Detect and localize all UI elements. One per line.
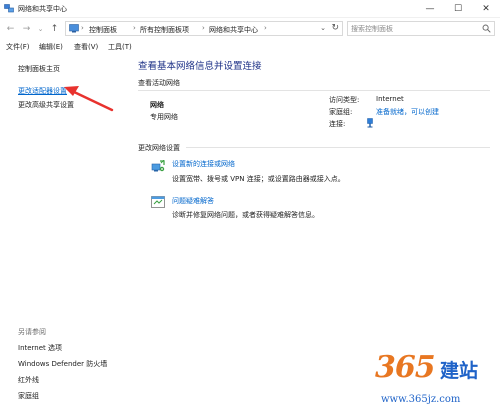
homegroup-label: 家庭组: [329, 108, 353, 116]
watermark-url: www.365jz.com [381, 394, 461, 405]
sidebar-adapter-settings-link[interactable]: 更改适配器设置 [18, 86, 67, 96]
sidebar-home-link[interactable]: 控制面板主页 [18, 64, 60, 74]
window-title: 网络和共享中心 [18, 5, 67, 13]
sidebar-advanced-sharing-link[interactable]: 更改高级共享设置 [18, 100, 74, 110]
see-also-internet-options[interactable]: Internet 选项 [18, 343, 62, 353]
troubleshoot-link[interactable]: 问题疑难解答 [172, 196, 214, 206]
change-settings-heading: 更改网络设置 [138, 144, 180, 152]
up-button[interactable]: ↑ [48, 22, 61, 35]
divider [186, 147, 490, 148]
active-networks-heading: 查看活动网络 [138, 79, 180, 87]
see-also-firewall[interactable]: Windows Defender 防火墙 [18, 359, 107, 369]
menu-bar: 文件(F) 编辑(E) 查看(V) 工具(T) [0, 40, 500, 54]
breadcrumb-separator: › [133, 24, 136, 32]
search-box[interactable] [347, 21, 495, 36]
breadcrumb-network-center[interactable]: 网络和共享中心 [209, 25, 258, 35]
control-panel-icon [69, 24, 79, 33]
minimize-button[interactable]: — [416, 0, 444, 18]
search-icon[interactable] [482, 24, 491, 33]
setup-new-connection-link[interactable]: 设置新的连接或网络 [172, 159, 235, 169]
new-connection-icon [151, 160, 165, 172]
divider [138, 90, 490, 91]
see-also-heading: 另请参阅 [18, 328, 46, 336]
homegroup-link[interactable]: 准备就绪，可以创建 [376, 107, 439, 117]
see-also-homegroup[interactable]: 家庭组 [18, 391, 39, 401]
address-row: ← → ⌄ ↑ › 控制面板 › 所有控制面板项 › 网络和共享中心 › ⌄ ↻ [0, 18, 500, 40]
troubleshoot-icon [151, 196, 165, 208]
access-type-label: 访问类型: [329, 96, 360, 104]
address-dropdown-button[interactable]: ⌄ [320, 24, 326, 32]
breadcrumb-all-items[interactable]: 所有控制面板项 [140, 25, 189, 35]
connections-label: 连接: [329, 120, 346, 128]
breadcrumb-control-panel[interactable]: 控制面板 [89, 25, 117, 35]
refresh-button[interactable]: ↻ [331, 23, 339, 33]
breadcrumb-separator: › [264, 24, 267, 32]
setup-new-connection-desc: 设置宽带、拨号或 VPN 连接；或设置路由器或接入点。 [172, 175, 345, 183]
menu-tools[interactable]: 工具(T) [108, 42, 132, 52]
watermark-logo: 365 建站 www.365jz.com [365, 350, 500, 411]
see-also-infrared[interactable]: 红外线 [18, 375, 39, 385]
troubleshoot-desc: 诊断并修复网络问题，或者获得疑难解答信息。 [172, 211, 319, 219]
network-type: 专用网络 [150, 113, 178, 121]
page-title: 查看基本网络信息并设置连接 [138, 61, 262, 72]
watermark-number: 365 [375, 350, 436, 385]
sidebar: 控制面板主页 更改适配器设置 更改高级共享设置 另请参阅 Internet 选项… [0, 54, 132, 411]
access-type-value: Internet [376, 95, 404, 103]
watermark-text: 建站 [440, 360, 479, 382]
address-bar[interactable]: › 控制面板 › 所有控制面板项 › 网络和共享中心 › ⌄ ↻ [65, 21, 343, 36]
menu-edit[interactable]: 编辑(E) [39, 42, 63, 52]
recent-locations-button[interactable]: ⌄ [34, 22, 47, 35]
breadcrumb-separator: › [202, 24, 205, 32]
menu-view[interactable]: 查看(V) [74, 42, 98, 52]
breadcrumb-separator: › [81, 24, 84, 32]
forward-button[interactable]: → [20, 22, 33, 35]
title-bar: 网络和共享中心 — ☐ ✕ [0, 0, 500, 18]
network-name: 网络 [150, 101, 164, 109]
maximize-button[interactable]: ☐ [444, 0, 472, 18]
ethernet-icon[interactable] [366, 118, 374, 128]
search-input[interactable] [351, 23, 476, 34]
close-button[interactable]: ✕ [472, 0, 500, 18]
menu-file[interactable]: 文件(F) [6, 42, 30, 52]
network-center-icon [4, 4, 14, 13]
back-button[interactable]: ← [4, 22, 17, 35]
